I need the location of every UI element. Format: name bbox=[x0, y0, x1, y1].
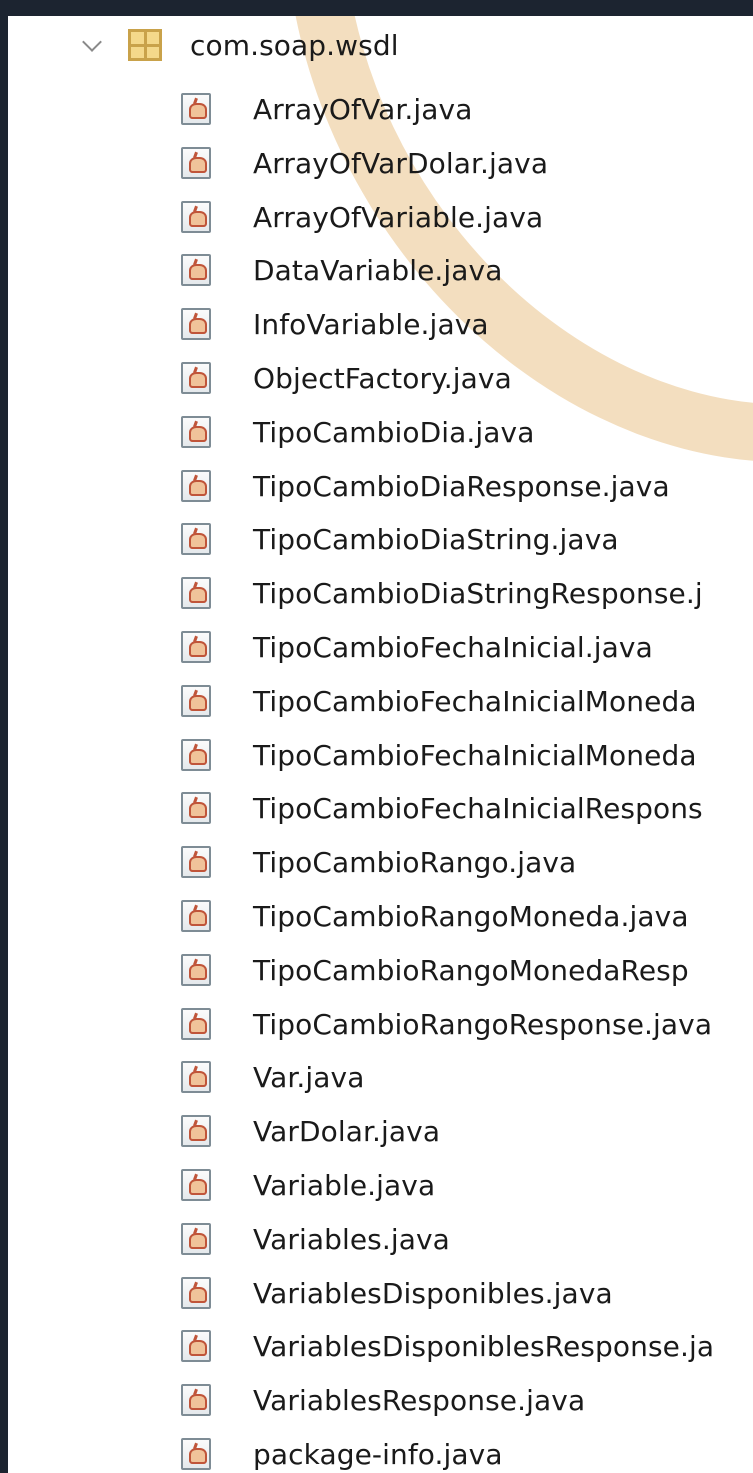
java-file-icon bbox=[181, 308, 211, 340]
java-file-icon bbox=[181, 470, 211, 502]
file-name: TipoCambioFechaInicialMoneda bbox=[253, 738, 697, 772]
file-item[interactable]: TipoCambioDia.java bbox=[181, 405, 534, 459]
file-name: ArrayOfVar.java bbox=[253, 92, 473, 126]
file-item[interactable]: TipoCambioFechaInicial.java bbox=[181, 620, 653, 674]
java-file-icon bbox=[181, 1008, 211, 1040]
file-name: TipoCambioFechaInicial.java bbox=[253, 630, 653, 664]
file-name: InfoVariable.java bbox=[253, 307, 489, 341]
file-item[interactable]: TipoCambioDiaStringResponse.j bbox=[181, 566, 703, 620]
package-node-com-soap-wsdl[interactable]: com.soap.wsdl bbox=[80, 18, 399, 72]
project-explorer-panel: com.soap.wsdl ArrayOfVar.java ArrayOfVarD… bbox=[8, 16, 753, 1473]
java-file-icon bbox=[181, 1438, 211, 1470]
file-item[interactable]: TipoCambioDiaString.java bbox=[181, 512, 619, 566]
java-file-icon bbox=[181, 792, 211, 824]
file-name: Var.java bbox=[253, 1060, 365, 1094]
file-item[interactable]: ArrayOfVariable.java bbox=[181, 190, 543, 244]
chevron-down-icon[interactable] bbox=[80, 32, 106, 58]
java-file-icon bbox=[181, 631, 211, 663]
file-name: DataVariable.java bbox=[253, 253, 503, 287]
file-item[interactable]: TipoCambioRangoMoneda.java bbox=[181, 889, 689, 943]
file-name: ArrayOfVariable.java bbox=[253, 200, 544, 234]
java-file-icon bbox=[181, 1169, 211, 1201]
file-name: TipoCambioFechaInicialMoneda bbox=[253, 684, 697, 718]
file-name: TipoCambioDiaStringResponse.j bbox=[253, 576, 703, 610]
file-name: TipoCambioRango.java bbox=[253, 845, 577, 879]
file-name: TipoCambioRangoMoneda.java bbox=[253, 899, 689, 933]
package-name: com.soap.wsdl bbox=[190, 28, 399, 62]
file-name: TipoCambioFechaInicialRespons bbox=[253, 791, 703, 825]
file-name: Variable.java bbox=[253, 1168, 436, 1202]
java-file-icon bbox=[181, 577, 211, 609]
java-file-icon bbox=[181, 147, 211, 179]
file-item[interactable]: VariablesDisponibles.java bbox=[181, 1266, 613, 1320]
file-item[interactable]: ObjectFactory.java bbox=[181, 351, 512, 405]
file-item[interactable]: Variable.java bbox=[181, 1158, 435, 1212]
java-file-icon bbox=[181, 362, 211, 394]
file-name: VariablesResponse.java bbox=[253, 1383, 586, 1417]
java-file-icon bbox=[181, 523, 211, 555]
java-file-icon bbox=[181, 416, 211, 448]
file-name: package-info.java bbox=[253, 1437, 503, 1471]
java-file-icon bbox=[181, 954, 211, 986]
file-item[interactable]: TipoCambioRangoMonedaResp bbox=[181, 943, 689, 997]
java-file-icon bbox=[181, 1384, 211, 1416]
java-file-icon bbox=[181, 900, 211, 932]
file-name: ObjectFactory.java bbox=[253, 361, 512, 395]
file-name: Variables.java bbox=[253, 1222, 450, 1256]
java-file-icon bbox=[181, 1223, 211, 1255]
file-item[interactable]: TipoCambioDiaResponse.java bbox=[181, 459, 670, 513]
java-file-icon bbox=[181, 1061, 211, 1093]
file-name: TipoCambioDiaString.java bbox=[253, 522, 619, 556]
file-name: TipoCambioDia.java bbox=[253, 415, 535, 449]
file-item[interactable]: TipoCambioRango.java bbox=[181, 835, 576, 889]
java-file-icon bbox=[181, 1330, 211, 1362]
java-file-icon bbox=[181, 254, 211, 286]
java-file-icon bbox=[181, 846, 211, 878]
file-name: TipoCambioRangoResponse.java bbox=[253, 1007, 713, 1041]
java-file-icon bbox=[181, 739, 211, 771]
java-file-icon bbox=[181, 1115, 211, 1147]
file-name: VariablesDisponibles.java bbox=[253, 1276, 613, 1310]
file-name: TipoCambioRangoMonedaResp bbox=[253, 953, 689, 987]
file-item[interactable]: TipoCambioFechaInicialRespons bbox=[181, 781, 703, 835]
file-item[interactable]: TipoCambioRangoResponse.java bbox=[181, 997, 712, 1051]
java-file-icon bbox=[181, 93, 211, 125]
file-item[interactable]: Var.java bbox=[181, 1050, 364, 1104]
file-item[interactable]: TipoCambioFechaInicialMoneda bbox=[181, 674, 697, 728]
file-item[interactable]: Variables.java bbox=[181, 1212, 450, 1266]
file-name: VarDolar.java bbox=[253, 1114, 441, 1148]
file-item[interactable]: InfoVariable.java bbox=[181, 297, 489, 351]
file-item[interactable]: VarDolar.java bbox=[181, 1104, 440, 1158]
file-name: TipoCambioDiaResponse.java bbox=[253, 469, 670, 503]
file-item[interactable]: package-info.java bbox=[181, 1427, 503, 1473]
package-icon bbox=[128, 29, 162, 61]
java-file-icon bbox=[181, 201, 211, 233]
file-name: ArrayOfVarDolar.java bbox=[253, 146, 549, 180]
file-item[interactable]: VariablesResponse.java bbox=[181, 1373, 585, 1427]
file-item[interactable]: VariablesDisponiblesResponse.ja bbox=[181, 1319, 714, 1373]
screenshot-frame: com.soap.wsdl ArrayOfVar.java ArrayOfVarD… bbox=[0, 0, 753, 1473]
java-file-icon bbox=[181, 685, 211, 717]
file-item[interactable]: TipoCambioFechaInicialMoneda bbox=[181, 728, 697, 782]
file-item[interactable]: ArrayOfVarDolar.java bbox=[181, 136, 548, 190]
file-item[interactable]: ArrayOfVar.java bbox=[181, 82, 472, 136]
file-name: VariablesDisponiblesResponse.ja bbox=[253, 1329, 715, 1363]
file-item[interactable]: DataVariable.java bbox=[181, 243, 503, 297]
java-file-icon bbox=[181, 1277, 211, 1309]
